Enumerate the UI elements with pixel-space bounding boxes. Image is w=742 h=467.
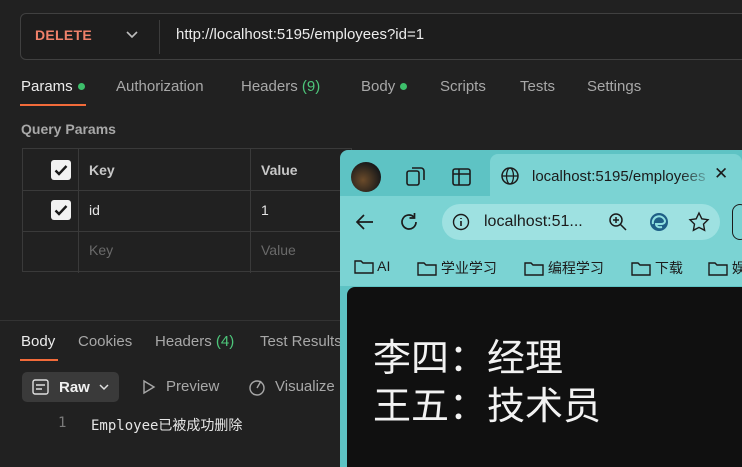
param-key-cell[interactable]: id bbox=[89, 202, 100, 218]
line-number: 1 bbox=[58, 415, 67, 431]
extensions-button[interactable] bbox=[732, 204, 742, 240]
tab-title-fade bbox=[680, 154, 714, 196]
tab-params[interactable]: Params bbox=[21, 78, 85, 95]
query-params-table: Key Value id 1 Key Value bbox=[22, 148, 353, 273]
edge-icon[interactable] bbox=[648, 211, 670, 233]
site-info-icon[interactable] bbox=[452, 213, 470, 231]
folder-icon bbox=[524, 262, 544, 276]
favorite-label: 学业学习 bbox=[440, 260, 497, 276]
params-indicator-dot bbox=[77, 82, 85, 90]
browser-toolbar: localhost:51... bbox=[340, 196, 742, 248]
zoom-in-icon[interactable] bbox=[608, 212, 628, 232]
preview-button[interactable]: Preview bbox=[166, 378, 219, 395]
favorite-folder-entertainment[interactable]: 娱 bbox=[708, 258, 742, 278]
visualize-button[interactable]: Visualize bbox=[275, 378, 335, 395]
raw-label: Raw bbox=[59, 379, 90, 396]
address-bar[interactable]: localhost:51... bbox=[442, 204, 720, 240]
method-select[interactable]: DELETE bbox=[35, 27, 92, 43]
column-header-value: Value bbox=[261, 162, 298, 178]
chevron-down-icon bbox=[99, 384, 109, 391]
checkmark-icon bbox=[54, 165, 68, 176]
param-value-cell[interactable]: 1 bbox=[261, 202, 269, 218]
response-headers-count: (4) bbox=[215, 333, 235, 350]
favorite-label: 下载 bbox=[654, 260, 683, 276]
request-bar: DELETE http://localhost:5195/employees?i… bbox=[20, 13, 742, 60]
globe-icon bbox=[501, 167, 519, 185]
column-divider bbox=[78, 149, 79, 273]
favorite-folder-ai[interactable]: AI bbox=[354, 258, 390, 274]
refresh-icon[interactable] bbox=[398, 211, 420, 233]
browser-window: localhost:5195/employees ✕ localhost:51.… bbox=[340, 150, 742, 467]
param-row-checkbox[interactable] bbox=[51, 200, 71, 220]
browser-tab[interactable]: localhost:5195/employees ✕ bbox=[490, 154, 742, 196]
favorites-bar: AI 学业学习 编程学习 下载 娱 bbox=[340, 248, 742, 286]
active-response-tab-underline bbox=[20, 359, 58, 361]
folder-icon bbox=[708, 262, 728, 276]
active-tab-underline bbox=[20, 104, 86, 106]
tab-scripts[interactable]: Scripts bbox=[440, 78, 486, 95]
employee-line: 王五：技术员 bbox=[373, 384, 602, 428]
favorite-label: 娱 bbox=[731, 260, 742, 276]
tab-headers-label: Headers bbox=[241, 78, 298, 95]
favorite-folder-downloads[interactable]: 下载 bbox=[631, 258, 683, 278]
url-input[interactable]: http://localhost:5195/employees?id=1 bbox=[176, 26, 424, 43]
tab-settings[interactable]: Settings bbox=[587, 78, 641, 95]
folder-icon bbox=[354, 260, 374, 274]
row-divider bbox=[23, 231, 353, 232]
raw-format-button[interactable]: Raw bbox=[22, 372, 119, 402]
tab-params-label: Params bbox=[21, 78, 73, 95]
tab-tests[interactable]: Tests bbox=[520, 78, 555, 95]
browser-page-content: 李四：经理 王五：技术员 bbox=[347, 287, 742, 467]
tab-body[interactable]: Body bbox=[361, 78, 408, 95]
divider bbox=[159, 20, 160, 54]
favorite-folder-study[interactable]: 学业学习 bbox=[417, 258, 497, 278]
tab-actions-icon[interactable] bbox=[450, 165, 474, 189]
checkmark-icon bbox=[54, 205, 68, 216]
folder-icon bbox=[631, 262, 651, 276]
tab-body-label: Body bbox=[361, 78, 396, 95]
row-divider bbox=[23, 190, 353, 191]
select-all-checkbox[interactable] bbox=[51, 160, 71, 180]
query-params-title: Query Params bbox=[21, 121, 116, 137]
back-arrow-icon[interactable] bbox=[354, 211, 376, 233]
body-indicator-dot bbox=[400, 82, 408, 90]
new-key-input[interactable]: Key bbox=[89, 242, 113, 258]
new-value-input[interactable]: Value bbox=[261, 242, 296, 258]
response-tab-cookies[interactable]: Cookies bbox=[78, 333, 132, 350]
favorite-label: AI bbox=[377, 258, 391, 274]
profile-avatar[interactable] bbox=[351, 162, 381, 192]
response-tab-body[interactable]: Body bbox=[21, 333, 55, 350]
play-icon bbox=[143, 379, 156, 395]
favorite-folder-programming[interactable]: 编程学习 bbox=[524, 258, 604, 278]
response-tab-test-results[interactable]: Test Results bbox=[260, 333, 342, 350]
employee-line: 李四：经理 bbox=[373, 336, 564, 380]
chevron-down-icon[interactable] bbox=[124, 26, 140, 42]
text-format-icon bbox=[32, 379, 49, 395]
folder-icon bbox=[417, 262, 437, 276]
address-text: localhost:51... bbox=[484, 213, 583, 230]
column-header-key: Key bbox=[89, 162, 115, 178]
response-tab-headers[interactable]: Headers (4) bbox=[155, 333, 234, 350]
response-body-text: Employee已被成功删除 bbox=[91, 418, 243, 434]
favorite-star-icon[interactable] bbox=[688, 211, 710, 233]
favorite-label: 编程学习 bbox=[547, 260, 604, 276]
visualize-icon bbox=[249, 380, 265, 396]
close-tab-icon[interactable]: ✕ bbox=[714, 164, 728, 184]
tab-authorization[interactable]: Authorization bbox=[116, 78, 204, 95]
collections-icon[interactable] bbox=[404, 165, 428, 189]
tab-headers[interactable]: Headers (9) bbox=[241, 78, 320, 95]
column-divider bbox=[250, 149, 251, 273]
response-tab-headers-label: Headers bbox=[155, 333, 212, 350]
headers-count: (9) bbox=[301, 78, 321, 95]
